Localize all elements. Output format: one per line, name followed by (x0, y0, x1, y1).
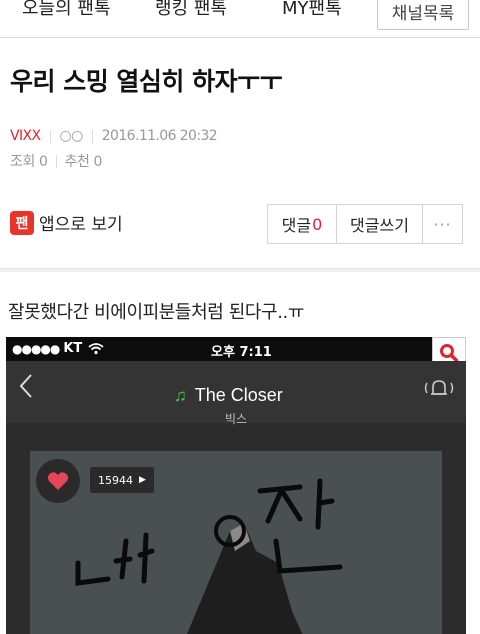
status-time: 오후 7:11 (211, 345, 272, 360)
channel-name[interactable]: VIXX (10, 128, 41, 144)
post-stats: 조회 0 추천 0 (10, 151, 102, 171)
author-name[interactable]: ○○ (60, 128, 84, 144)
divider (49, 129, 51, 143)
post-body-text: 잘못했다간 비에이피분들처럼 된다구..ㅠ (8, 302, 305, 323)
channel-list-button[interactable]: 채널목록 (377, 0, 469, 30)
post-image: ●●●●● KT 오후 7:11 ♫ The Closer 빅스 15944 ▶ (6, 337, 466, 634)
carrier-info: ●●●●● KT (12, 341, 104, 356)
comment-count: 0 (312, 214, 323, 234)
write-comment-button[interactable]: 댓글쓰기 (337, 205, 423, 243)
divider (91, 129, 93, 143)
song-title: ♫ The Closer (174, 385, 283, 406)
back-arrow-icon[interactable] (18, 373, 34, 399)
post-meta: VIXX ○○ 2016.11.06 20:32 (10, 128, 218, 144)
play-arrow-icon: ▶ (139, 475, 146, 485)
carrier-name: KT (63, 341, 83, 356)
recommend-count: 추천 0 (64, 154, 103, 170)
heart-icon (47, 472, 69, 490)
like-count-badge[interactable]: 15944 ▶ (90, 467, 154, 493)
song-title-text: The Closer (194, 385, 283, 405)
more-options-button[interactable]: ··· (423, 205, 462, 243)
post-title: 우리 스밍 열심히 하자ㅜㅜ (10, 67, 283, 96)
tab-today-fantalk[interactable]: 오늘의 팬톡 (22, 0, 111, 20)
search-icon (440, 344, 459, 363)
divider (55, 154, 57, 168)
wifi-icon (88, 342, 104, 354)
comments-label: 댓글 (281, 216, 312, 235)
tab-my-fantalk[interactable]: MY팬톡 (282, 0, 342, 20)
open-in-app-link[interactable]: 팬 앱으로 보기 (10, 210, 123, 235)
top-nav: 오늘의 팬톡 랭킹 팬톡 MY팬톡 채널목록 (0, 0, 480, 38)
open-in-app-label: 앱으로 보기 (39, 215, 123, 235)
player-header: ♫ The Closer 빅스 (6, 361, 466, 426)
like-button[interactable] (36, 459, 80, 503)
artist-name: 빅스 (225, 412, 248, 426)
app-logo-icon: 팬 (10, 210, 34, 235)
tab-ranking-fantalk[interactable]: 랭킹 팬톡 (155, 0, 227, 20)
post-date: 2016.11.06 20:32 (101, 128, 218, 144)
comments-button[interactable]: 댓글 0 (268, 205, 337, 243)
view-count: 조회 0 (10, 154, 48, 170)
bell-icon[interactable] (422, 377, 456, 399)
signal-dots: ●●●●● (12, 341, 60, 356)
music-note-icon: ♫ (174, 385, 187, 405)
section-divider (0, 268, 480, 272)
phone-status-bar: ●●●●● KT 오후 7:11 (6, 337, 466, 361)
comment-toolbar: 댓글 0 댓글쓰기 ··· (267, 204, 463, 244)
like-count: 15944 (98, 473, 133, 487)
